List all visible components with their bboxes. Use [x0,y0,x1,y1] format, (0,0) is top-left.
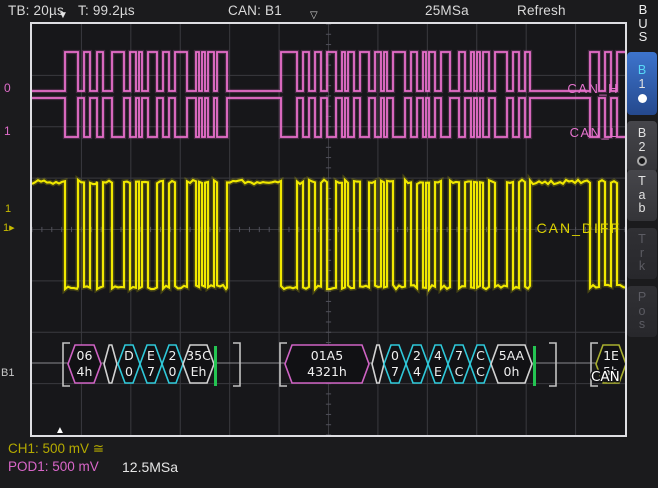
decode-text: 4321h [307,364,347,379]
decode-text: 2 [169,348,177,363]
decode-field-plain [372,345,384,383]
can-h-label: CAN_H [567,81,619,96]
decode-text: 5AA [499,348,525,363]
decode-text: 7 [147,364,155,379]
decode-text: E [147,348,155,363]
can-h-trace-glow [32,52,625,91]
button-letter: T [638,233,646,247]
reference-position-marker-icon[interactable]: ▼ [58,11,68,21]
decode-text: 0 [125,364,133,379]
can-l-label: CAN_L [570,125,619,140]
can-l-trace-glow [32,98,625,137]
decode-text: 4 [413,364,421,379]
button-letter: P [638,291,646,305]
decode-text: Eh [191,364,207,379]
sample-rate-bottom: 12.5MSa [122,459,178,475]
digital-channel-0-label[interactable]: 0 [4,82,11,94]
decode-text: C [476,364,485,379]
button-letter: s [639,318,645,332]
decode-text: 0h [504,364,520,379]
button-letter: 1 [639,78,646,92]
decode-text: 0 [169,364,177,379]
decode-text: 06 [77,348,93,363]
trk-button: Trk [627,228,657,279]
decode-text: 35C [186,348,211,363]
button-letter: B [638,127,646,141]
oscilloscope-screen: TB: 20µs T: 99.2µs CAN: B1 25MSa Refresh… [0,0,658,488]
decode-text: 01A5 [311,348,343,363]
active-indicator-icon [638,94,647,103]
ch1-badge[interactable]: CH1: 500 mV ≅ [8,441,104,457]
button-letter: k [639,260,645,274]
frame-end-bar [533,346,536,386]
decode-text: 0 [391,348,399,363]
bus-b2-button[interactable]: B2 [627,121,657,172]
sidebar-title-letter: S [636,30,650,44]
button-letter: o [639,305,646,319]
refresh-button[interactable]: Refresh [517,3,566,18]
decode-text: 2 [413,348,421,363]
can-diff-label: CAN_DIFF [537,220,621,236]
softkey-sidebar: BUS B1B2TabTrkPos [627,0,657,488]
button-letter: 2 [639,141,646,155]
tab-button[interactable]: Tab [627,170,657,221]
button-letter: a [639,189,646,203]
trigger-time[interactable]: T: 99.2µs [78,3,135,18]
decode-text: 1E [603,348,619,363]
ch1-level-marker[interactable]: 1 [5,203,11,215]
pos-button: Pos [627,286,657,337]
sidebar-title-bus: BUS [636,3,650,44]
bus-status[interactable]: CAN: B1 [228,3,282,18]
sample-rate-top: 25MSa [425,3,469,18]
decode-text: 4 [434,348,442,363]
button-letter: B [638,64,646,78]
trigger-position-marker-icon[interactable]: ▽ [310,11,318,21]
inactive-indicator-icon [637,156,647,166]
bus-type-overlay: CAN [591,369,620,385]
decode-text: D [124,348,134,363]
button-letter: r [640,247,644,261]
frame-close-bracket [549,343,556,386]
frame-end-bar [214,346,217,386]
decode-text: E [434,364,442,379]
digital-channel-1-label[interactable]: 1 [4,125,11,137]
frame-close-bracket [233,343,240,386]
decode-text: C [476,348,485,363]
decode-text: 7 [455,348,463,363]
button-letter: b [639,202,646,216]
button-letter: T [638,175,646,189]
sidebar-title-letter: B [636,3,650,17]
ch1-ground-marker[interactable]: 1▸ [3,222,15,234]
decode-text: 4h [77,364,93,379]
bus-b1-button[interactable]: B1 [627,52,657,115]
timebase-setting[interactable]: TB: 20µs [8,3,64,18]
sidebar-title-letter: U [636,17,650,31]
reference-marker-bottom-icon[interactable]: ▲ [55,426,65,436]
decode-text: 7 [391,364,399,379]
decode-text: C [455,364,464,379]
waveform-display: 064hD0E72035CEh01A54321h07244E7CCC5AA0h1… [30,22,627,437]
pod1-badge[interactable]: POD1: 500 mV [8,459,99,474]
bus-row-label[interactable]: B1 [1,367,14,379]
decode-field-plain [104,345,117,383]
